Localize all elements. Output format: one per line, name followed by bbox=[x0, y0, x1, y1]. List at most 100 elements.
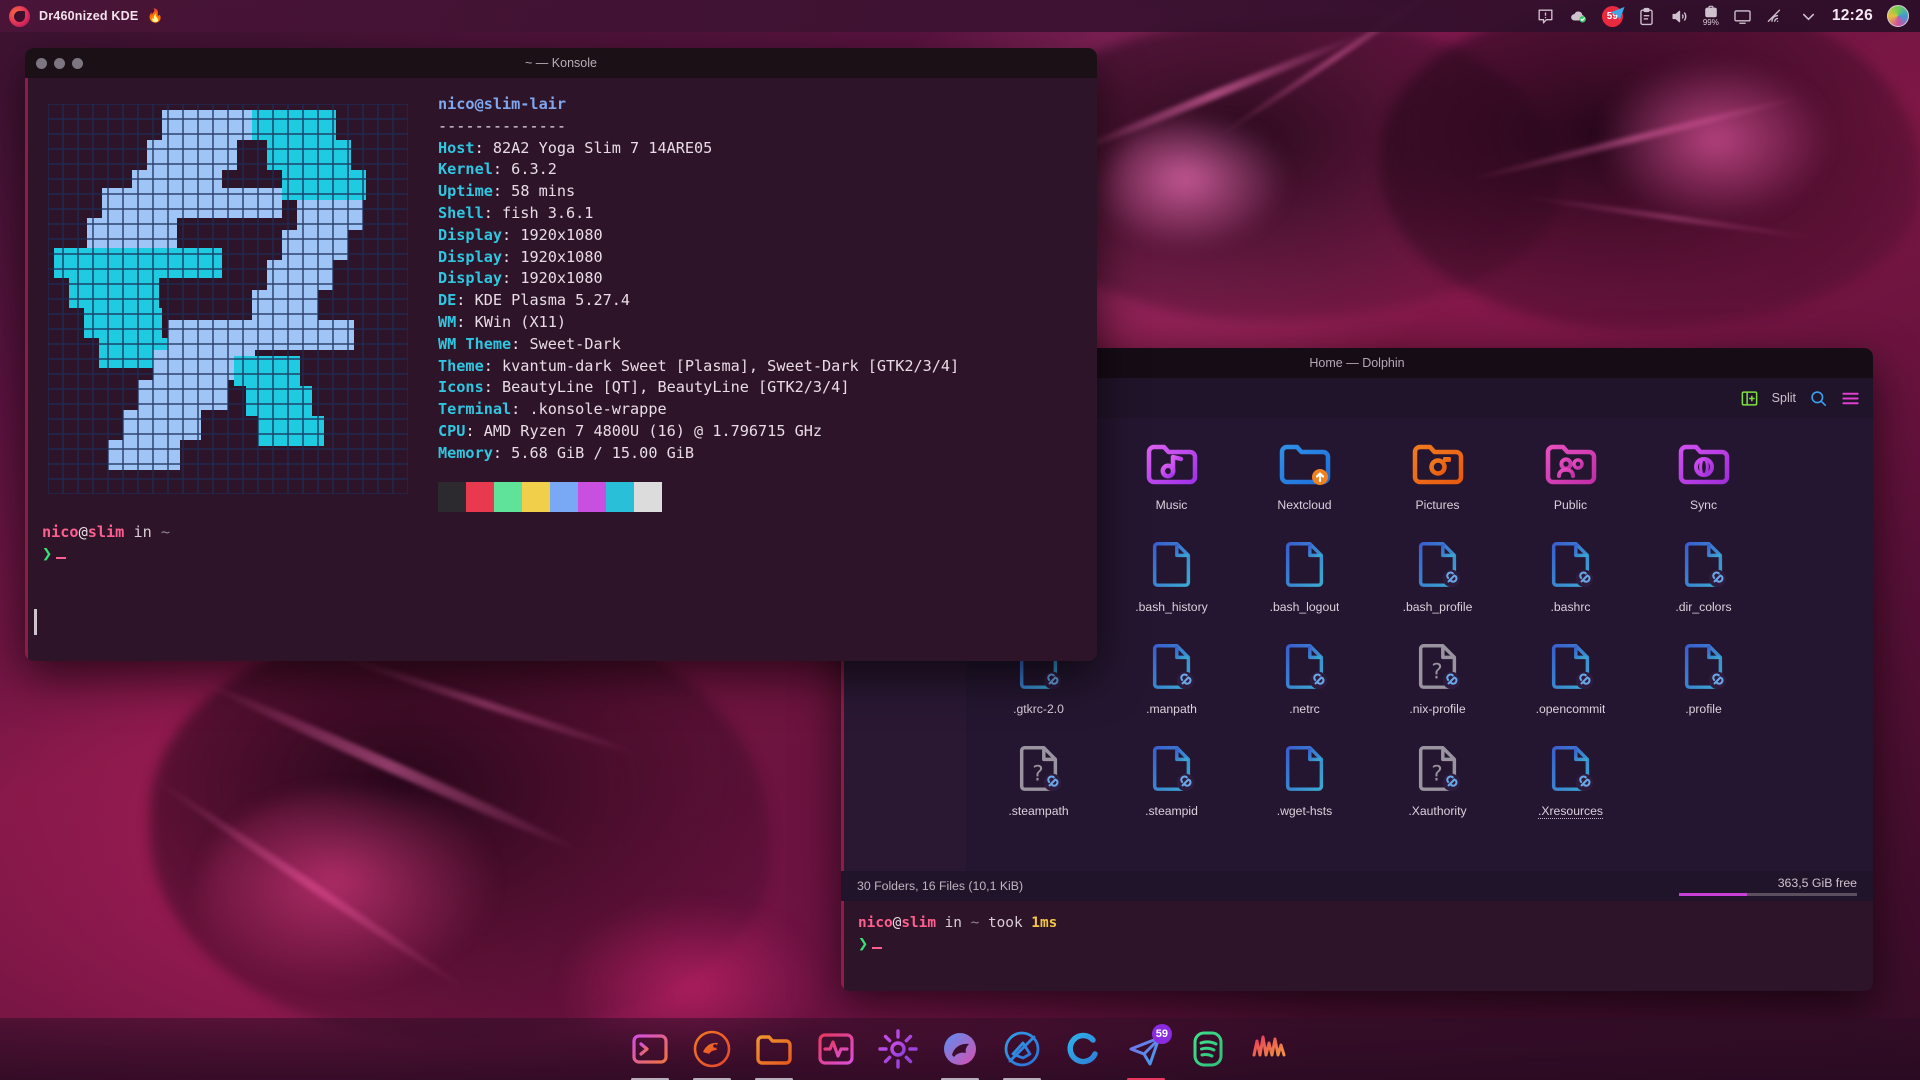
file-label: .steampid bbox=[1145, 804, 1198, 818]
file-label: Nextcloud bbox=[1277, 498, 1331, 512]
clock[interactable]: 12:26 bbox=[1832, 7, 1873, 25]
dolphin-file-grid[interactable]: DownloadsMusicNextcloudPicturesPublicSyn… bbox=[966, 418, 1873, 871]
neofetch-key: Theme bbox=[438, 357, 484, 375]
minimize-button[interactable] bbox=[54, 58, 65, 69]
battery-icon[interactable]: 99% bbox=[1703, 5, 1719, 27]
close-button[interactable] bbox=[36, 58, 47, 69]
split-view-icon[interactable] bbox=[1740, 389, 1759, 408]
system-tray: 59 99% bbox=[1536, 5, 1920, 27]
palette-swatch bbox=[522, 482, 550, 512]
magnifier-icon[interactable] bbox=[1809, 389, 1828, 408]
neofetch-row: WM: KWin (X11) bbox=[438, 312, 1097, 334]
volume-icon[interactable] bbox=[1670, 7, 1689, 26]
file-item[interactable]: .opencommit bbox=[1504, 634, 1637, 736]
dolphin-embedded-terminal[interactable]: nico@slim in ~ took 1ms ❯ bbox=[841, 901, 1873, 991]
file-label: .gtkrc-2.0 bbox=[1013, 702, 1064, 716]
unknown-link-icon: ? bbox=[1010, 742, 1068, 799]
file-label: .nix-profile bbox=[1409, 702, 1465, 716]
telegram-launcher[interactable]: 59 bbox=[1123, 1026, 1169, 1072]
waveform-launcher[interactable] bbox=[1247, 1026, 1293, 1072]
system-monitor-launcher[interactable] bbox=[813, 1026, 859, 1072]
file-item[interactable]: ?.steampath bbox=[972, 736, 1105, 838]
unknown-link-icon: ? bbox=[1409, 640, 1467, 697]
file-item[interactable]: .profile bbox=[1637, 634, 1770, 736]
browser-launcher[interactable] bbox=[937, 1026, 983, 1072]
neofetch-row: Memory: 5.68 GiB / 15.00 GiB bbox=[438, 443, 1097, 465]
document-link-icon bbox=[1542, 538, 1600, 595]
spotify-icon bbox=[1187, 1028, 1229, 1070]
hamburger-menu-icon[interactable] bbox=[1841, 390, 1860, 407]
file-item[interactable]: .dir_colors bbox=[1637, 532, 1770, 634]
neofetch-row: CPU: AMD Ryzen 7 4800U (16) @ 1.796715 G… bbox=[438, 421, 1097, 443]
document-icon bbox=[1276, 742, 1334, 799]
vscode-launcher[interactable] bbox=[999, 1026, 1045, 1072]
shell-prompt[interactable]: nico@slim in ~ ❯ bbox=[42, 521, 170, 565]
neofetch-value: 58 mins bbox=[511, 182, 575, 200]
file-item[interactable]: .bash_logout bbox=[1238, 532, 1371, 634]
free-space-label: 363,5 GiB free bbox=[1778, 876, 1857, 890]
neofetch-value: kvantum-dark Sweet [Plasma], Sweet-Dark … bbox=[502, 357, 959, 375]
panel-title: Dr460nized KDE bbox=[39, 9, 138, 23]
vscodium-icon bbox=[1001, 1028, 1043, 1070]
file-item[interactable]: .manpath bbox=[1105, 634, 1238, 736]
spotify-launcher[interactable] bbox=[1185, 1026, 1231, 1072]
file-label: .bash_profile bbox=[1403, 600, 1473, 614]
file-label: .opencommit bbox=[1536, 702, 1606, 716]
term-took-value: 1ms bbox=[1031, 915, 1057, 931]
palette-swatch bbox=[466, 482, 494, 512]
gear-icon bbox=[877, 1028, 919, 1070]
file-item[interactable]: ? .nix-profile bbox=[1371, 634, 1504, 736]
neofetch-value: KWin (X11) bbox=[475, 313, 566, 331]
neofetch-row: DE: KDE Plasma 5.27.4 bbox=[438, 290, 1097, 312]
neofetch-value: 1920x1080 bbox=[520, 248, 602, 266]
konsole-titlebar[interactable]: ~ — Konsole bbox=[25, 48, 1097, 78]
file-label: Music bbox=[1156, 498, 1188, 512]
garuda-dragon-icon[interactable] bbox=[9, 6, 30, 27]
file-item[interactable]: Music bbox=[1105, 430, 1238, 532]
file-label: .bash_history bbox=[1135, 600, 1208, 614]
file-item[interactable]: Sync bbox=[1637, 430, 1770, 532]
chevron-down-icon[interactable] bbox=[1799, 7, 1818, 26]
neofetch-value: BeautyLine [QT], BeautyLine [GTK2/3/4] bbox=[502, 378, 849, 396]
file-manager-launcher[interactable] bbox=[751, 1026, 797, 1072]
maximize-button[interactable] bbox=[72, 58, 83, 69]
sync-circle-icon bbox=[1063, 1028, 1105, 1070]
cloud-sync-icon[interactable] bbox=[1569, 7, 1588, 26]
folder-icon bbox=[753, 1028, 795, 1070]
file-item[interactable]: .netrc bbox=[1238, 634, 1371, 736]
neofetch-separator: -------------- bbox=[438, 117, 566, 135]
konsole-body[interactable]: nico@slim-lair -------------- Host: 82A2… bbox=[25, 78, 1097, 661]
file-item[interactable]: .wget-hsts bbox=[1238, 736, 1371, 838]
network-icon[interactable] bbox=[1766, 7, 1785, 26]
garuda-assistant-launcher[interactable] bbox=[689, 1026, 735, 1072]
notification-icon[interactable] bbox=[1536, 7, 1555, 26]
file-item[interactable]: ?.Xauthority bbox=[1371, 736, 1504, 838]
file-item[interactable]: Nextcloud bbox=[1238, 430, 1371, 532]
file-item[interactable]: .Xresources bbox=[1504, 736, 1637, 838]
neofetch-row: Kernel: 6.3.2 bbox=[438, 159, 1097, 181]
neofetch-value: KDE Plasma 5.27.4 bbox=[475, 291, 630, 309]
file-item[interactable]: .bashrc bbox=[1504, 532, 1637, 634]
prompt-path: ~ bbox=[161, 523, 170, 541]
neofetch-key: Icons bbox=[438, 378, 484, 396]
terminal-launcher[interactable] bbox=[627, 1026, 673, 1072]
term-arrow: ❯ bbox=[858, 934, 868, 954]
sync-launcher[interactable] bbox=[1061, 1026, 1107, 1072]
file-item[interactable]: .bash_history bbox=[1105, 532, 1238, 634]
document-icon bbox=[1143, 538, 1201, 595]
file-item[interactable]: Pictures bbox=[1371, 430, 1504, 532]
file-item[interactable]: .bash_profile bbox=[1371, 532, 1504, 634]
file-item[interactable]: Public bbox=[1504, 430, 1637, 532]
folder-sync-icon bbox=[1276, 436, 1334, 493]
clipboard-icon[interactable] bbox=[1637, 7, 1656, 26]
neofetch-key: DE bbox=[438, 291, 456, 309]
telegram-tray-icon[interactable]: 59 bbox=[1602, 6, 1623, 27]
settings-launcher[interactable] bbox=[875, 1026, 921, 1072]
neofetch-value: 1920x1080 bbox=[520, 269, 602, 287]
konsole-window[interactable]: ~ — Konsole bbox=[25, 48, 1097, 661]
avatar[interactable] bbox=[1887, 5, 1909, 27]
status-text: 30 Folders, 16 Files (10,1 KiB) bbox=[857, 879, 1023, 893]
split-label[interactable]: Split bbox=[1772, 391, 1796, 405]
display-icon[interactable] bbox=[1733, 7, 1752, 26]
file-item[interactable]: .steampid bbox=[1105, 736, 1238, 838]
